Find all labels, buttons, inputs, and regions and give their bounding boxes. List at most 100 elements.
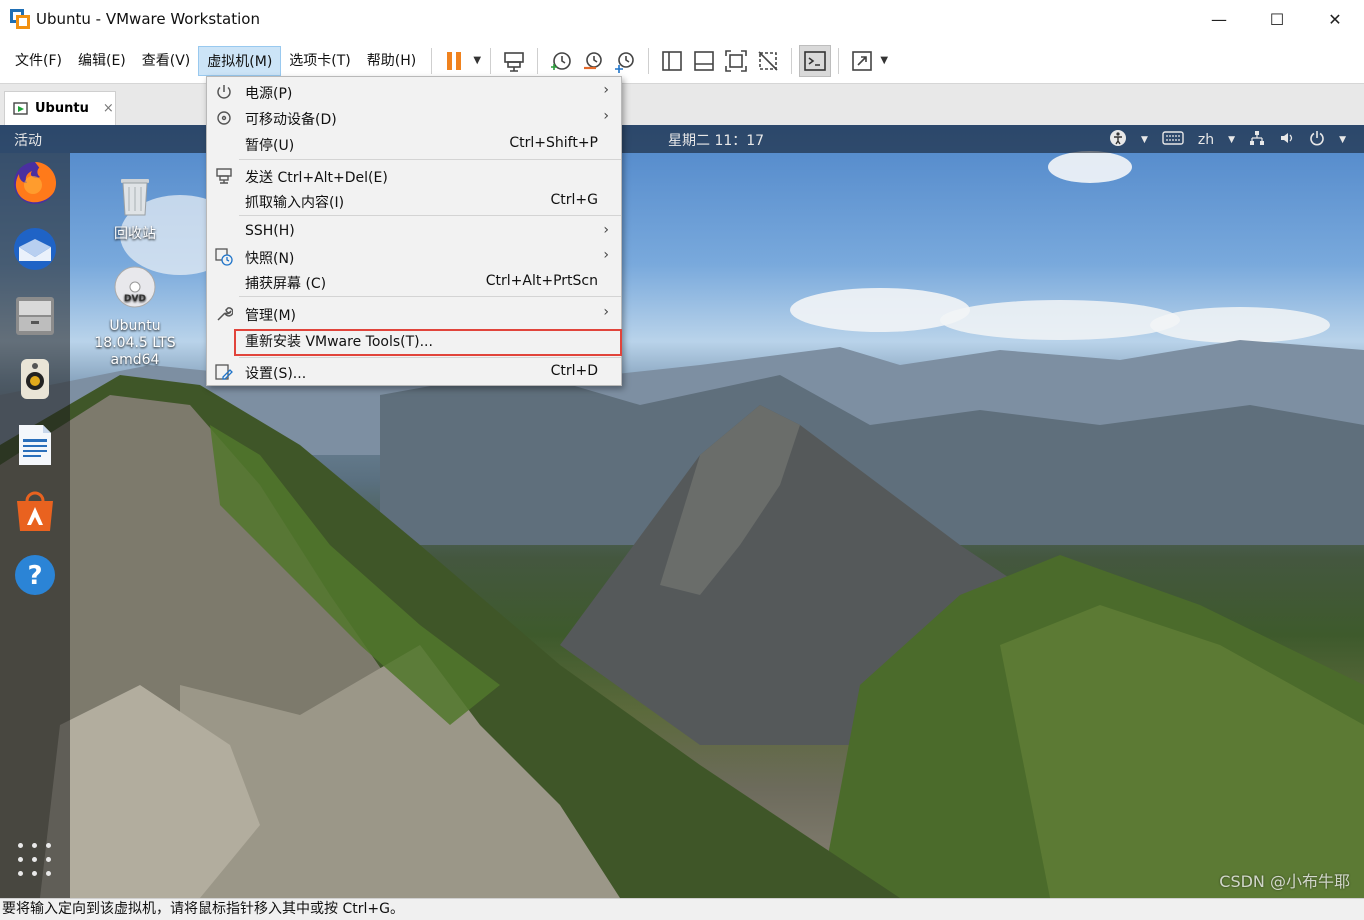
toolbar-separator — [490, 47, 492, 74]
tab-ubuntu[interactable]: Ubuntu × — [4, 91, 116, 125]
dvd-label-line1: Ubuntu — [109, 318, 161, 334]
menu-item-removable-devices[interactable]: 可移动设备(D) › — [207, 105, 621, 131]
clock[interactable]: 星期二 11：17 — [668, 130, 764, 150]
toolbar-separator — [537, 47, 539, 74]
toolbar-separator — [838, 47, 840, 74]
menu-tabs[interactable]: 选项卡(T) — [281, 46, 358, 76]
close-button[interactable]: ✕ — [1306, 0, 1364, 38]
toolbar-separator — [648, 47, 650, 74]
show-applications-icon[interactable] — [18, 843, 52, 877]
rhythmbox-icon[interactable] — [11, 355, 59, 403]
menu-edit[interactable]: 编辑(E) — [70, 46, 134, 76]
stretch-dropdown-icon[interactable]: ▼ — [878, 45, 890, 77]
language-dropdown-icon[interactable]: ▼ — [1228, 135, 1235, 145]
keyboard-icon[interactable] — [1162, 131, 1184, 149]
settings-icon — [215, 363, 233, 381]
accessibility-icon[interactable] — [1109, 129, 1127, 151]
trash-icon — [90, 171, 180, 222]
thunderbird-icon[interactable] — [11, 225, 59, 273]
menu-bar: 文件(F) 编辑(E) 查看(V) 虚拟机(M) 选项卡(T) 帮助(H) ▼ … — [0, 38, 1364, 84]
dvd-icon: DVD — [90, 265, 180, 314]
minimize-button[interactable]: — — [1190, 0, 1248, 38]
console-view-icon[interactable] — [799, 44, 832, 77]
pause-icon[interactable] — [439, 45, 471, 77]
wallpaper-image — [0, 151, 1364, 898]
pause-dropdown-icon[interactable]: ▼ — [471, 45, 483, 77]
fullscreen-icon[interactable] — [720, 45, 752, 77]
menu-separator — [239, 357, 621, 358]
submenu-arrow-icon: › — [603, 222, 609, 238]
vmware-logo-icon — [10, 9, 30, 29]
menu-item-send-ctrl-alt-del[interactable]: 发送 Ctrl+Alt+Del(E) — [207, 163, 621, 189]
unity-icon[interactable] — [752, 45, 784, 77]
red-highlight-box — [234, 329, 622, 356]
send-ctrl-alt-del-icon[interactable] — [498, 45, 530, 77]
removable-device-icon — [215, 109, 233, 127]
maximize-button[interactable]: ☐ — [1248, 0, 1306, 38]
menu-item-settings[interactable]: 设置(S)... Ctrl+D — [207, 359, 621, 385]
window-title: Ubuntu - VMware Workstation — [36, 10, 260, 28]
accessibility-dropdown-icon[interactable]: ▼ — [1141, 135, 1148, 145]
thumbnail-icon[interactable] — [688, 45, 720, 77]
network-icon[interactable] — [1249, 130, 1265, 150]
toolbar-separator — [431, 47, 433, 74]
submenu-arrow-icon: › — [603, 247, 609, 263]
wrench-icon — [215, 305, 234, 323]
writer-icon[interactable] — [11, 421, 59, 469]
volume-icon[interactable] — [1279, 130, 1295, 150]
help-icon[interactable]: ? — [11, 551, 59, 599]
menu-separator — [239, 215, 621, 216]
menu-item-capture-screen[interactable]: 捕获屏幕 (C) Ctrl+Alt+PrtScn — [207, 269, 621, 295]
revert-snapshot-icon[interactable] — [577, 45, 609, 77]
language-indicator[interactable]: zh — [1198, 132, 1214, 148]
ubuntu-top-bar: 活动 星期二 11：17 ▼ zh ▼ ▼ — [0, 125, 1364, 153]
dvd-label-line3: amd64 — [110, 352, 160, 368]
activities-button[interactable]: 活动 — [14, 130, 42, 150]
snapshot-manager-icon[interactable] — [609, 45, 641, 77]
submenu-arrow-icon: › — [603, 304, 609, 320]
menu-file[interactable]: 文件(F) — [7, 46, 70, 76]
power-icon[interactable] — [1309, 130, 1325, 150]
status-text: 要将输入定向到该虚拟机，请将鼠标指针移入其中或按 Ctrl+G。 — [2, 901, 404, 917]
tab-close-icon[interactable]: × — [103, 101, 114, 116]
menu-vm[interactable]: 虚拟机(M) — [198, 45, 282, 76]
desktop-icon-ubuntu-dvd[interactable]: DVD Ubuntu 18.04.5 LTS amd64 — [90, 265, 180, 369]
snapshot-icon[interactable] — [545, 45, 577, 77]
library-icon[interactable] — [656, 45, 688, 77]
menu-view[interactable]: 查看(V) — [134, 46, 199, 76]
vm-running-icon — [13, 101, 28, 115]
submenu-arrow-icon: › — [603, 108, 609, 124]
snapshot-icon — [215, 248, 233, 266]
dvd-label-line2: 18.04.5 LTS — [94, 335, 176, 351]
power-icon — [215, 83, 233, 101]
menu-help[interactable]: 帮助(H) — [359, 46, 424, 76]
send-keys-icon — [215, 167, 233, 185]
submenu-arrow-icon: › — [603, 82, 609, 98]
desktop-icon-trash[interactable]: 回收站 — [90, 171, 180, 243]
window-controls: — ☐ ✕ — [1190, 0, 1364, 38]
menu-separator — [239, 159, 621, 160]
menu-item-grab-input[interactable]: 抓取输入内容(I) Ctrl+G — [207, 188, 621, 214]
system-tray: ▼ zh ▼ ▼ — [1109, 129, 1346, 151]
menu-item-pause[interactable]: 暂停(U) Ctrl+Shift+P — [207, 131, 621, 157]
menu-item-snapshot[interactable]: 快照(N) › — [207, 244, 621, 270]
tab-label: Ubuntu — [35, 101, 89, 116]
files-icon[interactable] — [11, 291, 59, 339]
status-bar: 要将输入定向到该虚拟机，请将鼠标指针移入其中或按 Ctrl+G。 — [0, 898, 1364, 920]
menu-item-ssh[interactable]: SSH(H) › — [207, 219, 621, 245]
vm-menu-dropdown: 电源(P) › 可移动设备(D) › 暂停(U) Ctrl+Shift+P 发送… — [206, 76, 622, 386]
system-menu-dropdown-icon[interactable]: ▼ — [1339, 135, 1346, 145]
menu-item-power[interactable]: 电源(P) › — [207, 79, 621, 105]
trash-label: 回收站 — [114, 226, 156, 242]
svg-text:?: ? — [27, 561, 42, 591]
software-center-icon[interactable] — [11, 487, 59, 535]
ubuntu-dock: ? — [0, 153, 70, 898]
stretch-icon[interactable] — [846, 45, 878, 77]
guest-screen[interactable]: 活动 星期二 11：17 ▼ zh ▼ ▼ ? 回收站 DVD Ubuntu 1… — [0, 125, 1364, 898]
firefox-icon[interactable] — [11, 159, 59, 207]
title-bar: Ubuntu - VMware Workstation — ☐ ✕ — [0, 0, 1364, 38]
svg-text:DVD: DVD — [124, 294, 146, 304]
toolbar-separator — [791, 47, 793, 74]
menu-item-manage[interactable]: 管理(M) › — [207, 301, 621, 327]
tab-strip: Ubuntu × — [0, 84, 1364, 125]
